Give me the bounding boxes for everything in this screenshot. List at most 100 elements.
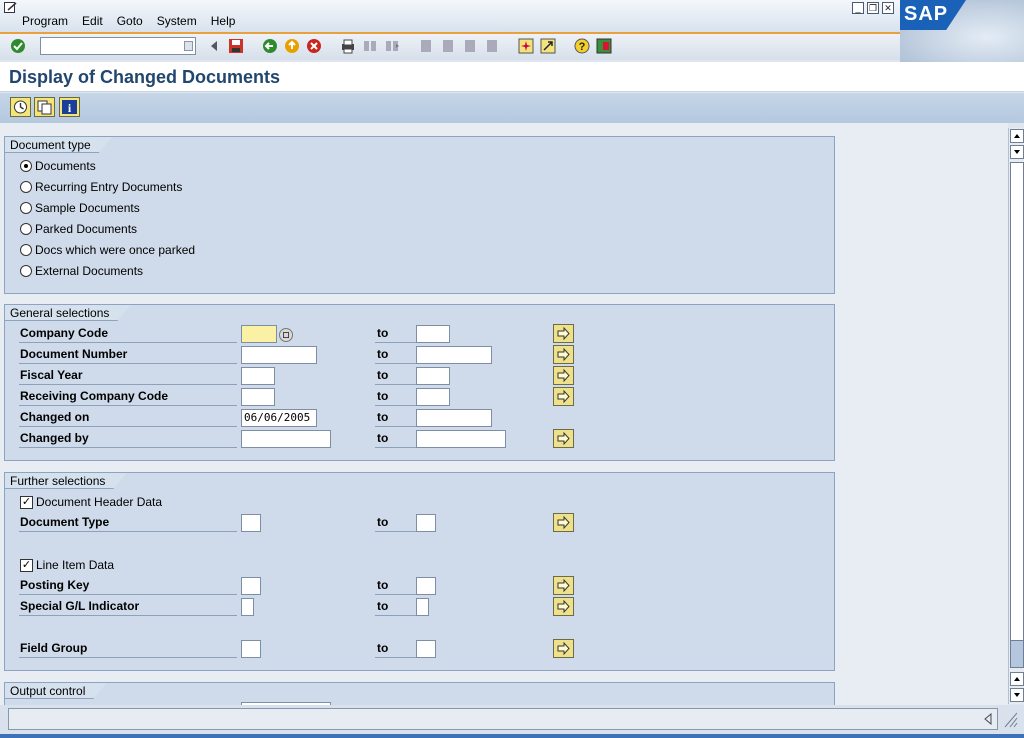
sap-logo-text: SAP [900,0,966,30]
print-icon[interactable] [340,38,356,54]
scroll-thumb[interactable] [1010,162,1024,668]
receiving-company-code-to-input[interactable] [416,388,450,406]
multiple-selection-button[interactable] [553,324,574,343]
special-gl-to-input[interactable] [416,598,429,616]
multiple-selection-button[interactable] [553,576,574,595]
info-icon: i [62,100,77,115]
radio-button[interactable] [20,265,32,277]
radio-once-parked[interactable]: Docs which were once parked [20,241,195,259]
multiple-selection-button[interactable] [553,366,574,385]
fiscal-year-to-input[interactable] [416,367,450,385]
multiple-selection-button[interactable] [553,429,574,448]
row-special-gl-indicator: Special G/L Indicator to [19,597,839,617]
radio-button[interactable] [20,202,32,214]
vertical-scrollbar[interactable] [1008,128,1024,704]
resize-grip-icon[interactable] [1002,710,1018,728]
group-document-type: Document type Documents Recurring Entry … [4,136,835,294]
scroll-down-button[interactable] [1010,145,1024,159]
changed-by-to-input[interactable] [416,430,506,448]
radio-sample-documents[interactable]: Sample Documents [20,199,140,217]
green-back-icon[interactable] [262,38,278,54]
scroll-page-up-button[interactable] [1010,672,1024,686]
help-icon[interactable]: ? [574,38,590,54]
document-number-to-input[interactable] [416,346,492,364]
radio-parked-documents[interactable]: Parked Documents [20,220,137,238]
multiple-selection-icon[interactable] [279,328,293,342]
close-button[interactable]: ✕ [882,2,894,14]
multiple-selection-button[interactable] [553,387,574,406]
posting-key-from-input[interactable] [241,577,261,595]
radio-button[interactable] [20,160,32,172]
execute-button[interactable] [10,97,31,117]
multiple-selection-button[interactable] [553,513,574,532]
radio-button[interactable] [20,244,32,256]
radio-label: Documents [35,159,96,173]
checkbox[interactable]: ✓ [20,495,33,509]
document-type-to-input[interactable] [416,514,436,532]
scroll-track-end[interactable] [1010,640,1024,668]
radio-external-documents[interactable]: External Documents [20,262,143,280]
scroll-page-down-button[interactable] [1010,688,1024,702]
receiving-company-code-from-input[interactable] [241,388,275,406]
status-toggle-icon[interactable] [983,713,993,725]
row-receiving-company-code: Receiving Company Code to [19,387,839,407]
changed-on-from-input[interactable]: 06/06/2005 [241,409,317,427]
layout-icon[interactable] [596,38,612,54]
command-history-icon[interactable] [184,41,193,51]
restore-button[interactable]: ❐ [867,2,879,14]
arrow-right-icon [557,326,570,341]
menu-help[interactable]: Help [211,14,236,28]
checkbox-document-header-data[interactable]: ✓ Document Header Data [20,493,162,511]
system-menu-icon[interactable] [4,2,18,14]
get-variant-button[interactable] [34,97,55,117]
radio-button[interactable] [20,223,32,235]
changed-by-from-input[interactable] [241,430,331,448]
field-label: Company Code [19,326,237,343]
fiscal-year-from-input[interactable] [241,367,275,385]
radio-documents[interactable]: Documents [20,157,96,175]
info-button[interactable]: i [59,97,80,117]
back-icon[interactable] [206,38,222,54]
radio-recurring-entry[interactable]: Recurring Entry Documents [20,178,182,196]
menu-goto[interactable]: Goto [117,14,143,28]
special-gl-from-input[interactable] [241,598,254,616]
multiple-selection-button[interactable] [553,639,574,658]
field-label: Document Number [19,347,237,364]
first-page-icon [421,40,431,52]
field-group-from-input[interactable] [241,640,261,658]
row-posting-key: Posting Key to [19,576,839,596]
checkbox-line-item-data[interactable]: ✓ Line Item Data [20,556,114,574]
multiple-selection-button[interactable] [553,345,574,364]
group-title: Output control [4,682,107,699]
menu-system[interactable]: System [157,14,197,28]
field-group-to-input[interactable] [416,640,436,658]
cancel-icon[interactable] [306,38,322,54]
shortcut-icon[interactable] [540,38,556,54]
multiple-selection-button[interactable] [553,597,574,616]
company-code-from-input[interactable] [241,325,277,343]
to-label: to [375,641,417,658]
menu-edit[interactable]: Edit [82,14,103,28]
group-output-control: Output control [4,682,835,705]
menu-program[interactable]: Program [22,14,68,28]
group-title: Document type [4,136,113,153]
scroll-up-button[interactable] [1010,129,1024,143]
checkbox[interactable]: ✓ [20,558,33,572]
arrow-down-icon [1014,150,1020,154]
radio-label: External Documents [35,264,144,278]
create-session-icon[interactable] [518,38,534,54]
minimize-button[interactable]: _ [852,2,864,14]
document-type-from-input[interactable] [241,514,261,532]
changed-on-to-input[interactable] [416,409,492,427]
command-field[interactable] [40,37,196,55]
to-label: to [375,410,417,427]
save-icon[interactable] [228,38,244,54]
radio-button[interactable] [20,181,32,193]
company-code-to-input[interactable] [416,325,450,343]
enter-icon[interactable] [10,38,26,54]
next-page-icon [465,40,475,52]
document-number-from-input[interactable] [241,346,317,364]
exit-icon[interactable] [284,38,300,54]
posting-key-to-input[interactable] [416,577,436,595]
execute-icon [14,100,27,114]
